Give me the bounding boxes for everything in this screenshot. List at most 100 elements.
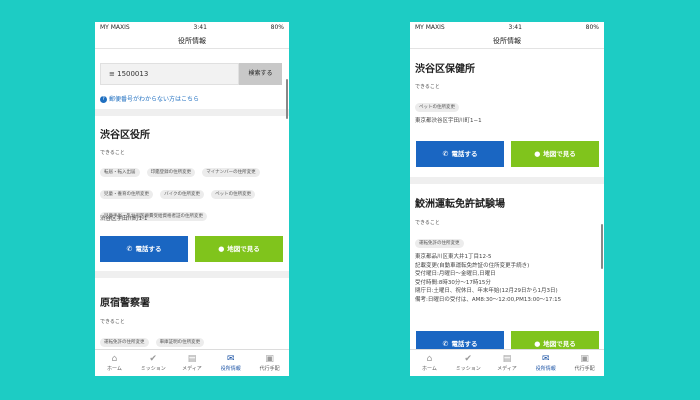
capabilities-label: できること <box>100 319 125 325</box>
tab-label: 代行手配 <box>259 366 280 372</box>
page-title: 役所情報 <box>410 33 604 49</box>
phone-icon: ✆ <box>442 150 449 158</box>
phone-screen-left: MY MAXIS 3:41 80% 役所情報 ≡ 1500013 検索する ? 郵… <box>95 22 289 376</box>
briefcase-icon: ▣ <box>265 354 274 364</box>
section-divider <box>95 271 289 278</box>
tab-mission[interactable]: ✔ ミッション <box>449 350 488 376</box>
battery-label: 80% <box>585 24 599 31</box>
tab-label: メディア <box>497 366 517 372</box>
map-button-label: 地図で見る <box>543 150 576 158</box>
call-button[interactable]: ✆ 電話する <box>416 141 504 167</box>
capability-tags: 運転免許の住所変更 <box>415 229 595 251</box>
capability-tag: マイナンバーの住所変更 <box>202 168 260 177</box>
office-address: 渋谷区宇田川町1-1 <box>100 216 148 222</box>
section-divider <box>410 177 604 184</box>
capabilities-label: できること <box>415 84 440 90</box>
call-button-label: 電話する <box>451 150 478 158</box>
envelope-icon: ✉ <box>227 354 235 364</box>
time-label: 3:41 <box>193 24 207 31</box>
capability-tag: 車庫証明の住所変更 <box>155 338 205 347</box>
search-button[interactable]: 検索する <box>239 63 282 85</box>
detail-line: 記載変更(自動車運転免許証の住所変更手続き) <box>415 262 530 269</box>
call-button-label: 電話する <box>135 245 162 253</box>
map-button[interactable]: ● 地図で見る <box>511 331 599 349</box>
battery-label: 80% <box>270 24 284 31</box>
tab-proxy[interactable]: ▣ 代行手配 <box>250 350 289 376</box>
map-pin-icon: ● <box>218 245 225 253</box>
check-circle-icon: ✔ <box>464 354 472 364</box>
detail-line: 受付曜日:月曜日〜金曜日,日曜日 <box>415 271 496 277</box>
call-button[interactable]: ✆ 電話する <box>100 236 188 262</box>
capability-tag: 児童・養育の住所変更 <box>100 190 153 199</box>
question-icon: ? <box>100 96 107 103</box>
capability-tag: 運転免許の住所変更 <box>415 239 464 248</box>
map-button[interactable]: ● 地図で見る <box>511 141 599 167</box>
home-icon: ⌂ <box>426 354 433 364</box>
scrollbar[interactable] <box>286 79 288 119</box>
postal-code-value: 1500013 <box>117 70 149 78</box>
briefcase-icon: ▣ <box>580 354 589 364</box>
capability-tag: 転居・転入出届 <box>100 168 140 177</box>
page-title: 役所情報 <box>95 33 289 49</box>
office-title: 渋谷区役所 <box>100 130 150 141</box>
capability-tag: バイクの住所変更 <box>160 190 205 199</box>
status-bar: MY MAXIS 3:41 80% <box>410 22 604 33</box>
detail-line: 閉庁日:土曜日、祝休日、年末年始(12月29日から1月3日) <box>415 288 558 294</box>
tab-label: 役所情報 <box>220 366 241 372</box>
capability-tag: ペットの住所変更 <box>211 190 256 199</box>
tab-label: ホーム <box>106 366 122 372</box>
main-content[interactable]: ≡ 1500013 検索する ? 郵便番号がわからない方はこちら 渋谷区役所 でき… <box>95 49 289 349</box>
map-button-label: 地図で見る <box>227 245 260 253</box>
capability-tag: ペットの住所変更 <box>415 103 459 112</box>
bottom-tab-bar: ⌂ ホーム ✔ ミッション ▤ メディア ✉ 役所情報 ▣ 代行手配 <box>410 349 604 376</box>
capability-tag: 印鑑登録の住所変更 <box>146 168 196 177</box>
office-title: 渋谷区保健所 <box>415 64 475 75</box>
capability-tags: ペットの住所変更 <box>415 93 595 115</box>
envelope-icon: ✉ <box>542 354 550 364</box>
map-button-label: 地図で見る <box>543 340 576 348</box>
tab-office-info[interactable]: ✉ 役所情報 <box>526 350 565 376</box>
office-title: 原宿警察署 <box>100 298 150 309</box>
bottom-tab-bar: ⌂ ホーム ✔ ミッション ▤ メディア ✉ 役所情報 ▣ 代行手配 <box>95 349 289 376</box>
postal-code-input[interactable]: ≡ 1500013 <box>100 63 239 85</box>
status-bar: MY MAXIS 3:41 80% <box>95 22 289 33</box>
tab-home[interactable]: ⌂ ホーム <box>410 350 449 376</box>
tab-media[interactable]: ▤ メディア <box>173 350 212 376</box>
home-icon: ⌂ <box>111 354 118 364</box>
postal-help-link[interactable]: ? 郵便番号がわからない方はこちら <box>100 94 199 103</box>
section-divider <box>95 109 289 116</box>
tab-label: ミッション <box>140 366 166 372</box>
call-button-label: 電話する <box>451 340 478 348</box>
capability-tags: 運転免許の住所変更 車庫証明の住所変更 <box>100 328 280 349</box>
office-address: 東京都渋谷区宇田川町1−1 <box>415 118 482 124</box>
detail-line: 備考:日曜日の受付は、AM8:30〜12:00,PM13:00〜17:15 <box>415 296 562 303</box>
book-icon: ▤ <box>502 354 512 364</box>
office-details: 東京都品川区東大井1丁目12-5 記載変更(自動車運転免許証の住所変更手続き) … <box>415 253 599 304</box>
tab-label: ホーム <box>421 366 437 372</box>
filter-icon: ≡ <box>109 70 115 78</box>
tab-media[interactable]: ▤ メディア <box>488 350 527 376</box>
map-pin-icon: ● <box>534 150 541 158</box>
postal-help-text: 郵便番号がわからない方はこちら <box>109 96 200 103</box>
tab-label: メディア <box>182 366 202 372</box>
map-pin-icon: ● <box>534 340 541 348</box>
carrier-label: MY MAXIS <box>100 24 130 31</box>
carrier-label: MY MAXIS <box>415 24 445 31</box>
phone-screen-right: MY MAXIS 3:41 80% 役所情報 渋谷区保健所 できること ペットの… <box>410 22 604 376</box>
map-button[interactable]: ● 地図で見る <box>195 236 283 262</box>
tab-label: 役所情報 <box>535 366 556 372</box>
check-circle-icon: ✔ <box>149 354 157 364</box>
tab-home[interactable]: ⌂ ホーム <box>95 350 134 376</box>
tab-proxy[interactable]: ▣ 代行手配 <box>565 350 604 376</box>
call-button[interactable]: ✆ 電話する <box>416 331 504 349</box>
tab-mission[interactable]: ✔ ミッション <box>134 350 173 376</box>
detail-line: 受付時間:8時30分〜17時15分 <box>415 279 491 286</box>
main-content[interactable]: 渋谷区保健所 できること ペットの住所変更 東京都渋谷区宇田川町1−1 ✆ 電話す… <box>410 49 604 349</box>
time-label: 3:41 <box>508 24 522 31</box>
detail-line: 東京都品川区東大井1丁目12-5 <box>415 254 492 260</box>
scrollbar[interactable] <box>601 224 603 269</box>
book-icon: ▤ <box>187 354 197 364</box>
tab-office-info[interactable]: ✉ 役所情報 <box>211 350 250 376</box>
capabilities-label: できること <box>415 220 440 226</box>
phone-icon: ✆ <box>126 245 133 253</box>
